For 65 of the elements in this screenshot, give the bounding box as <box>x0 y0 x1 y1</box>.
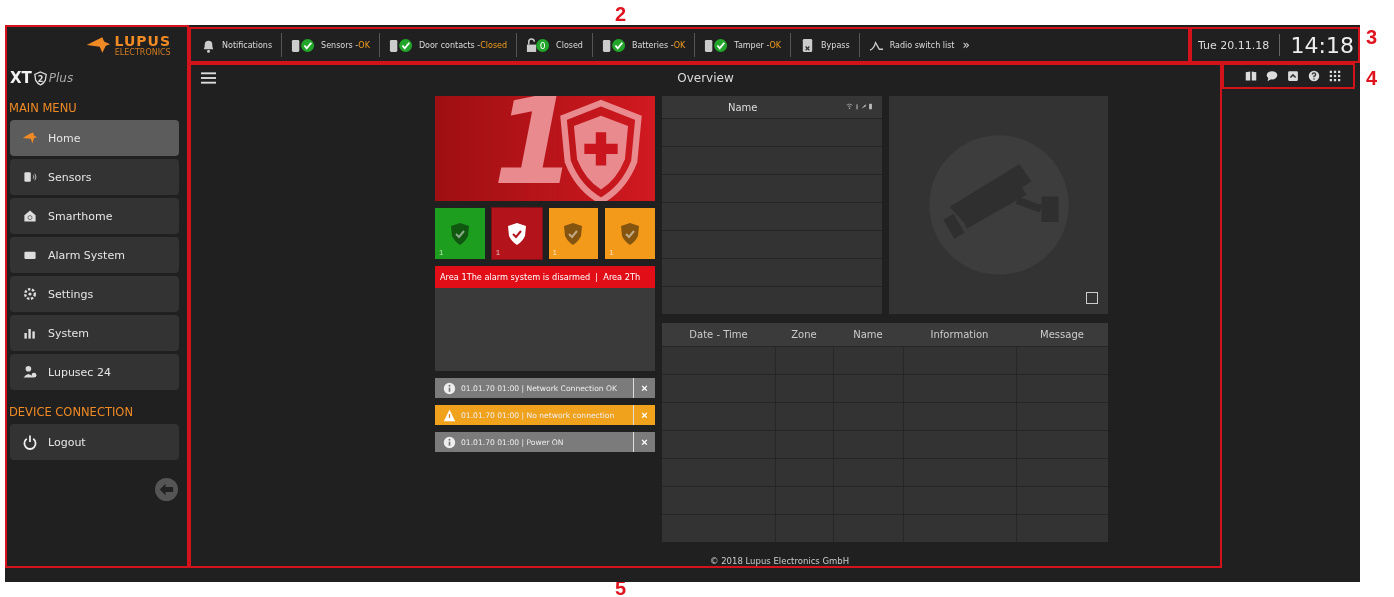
menu-section-title: DEVICE CONNECTION <box>9 405 134 419</box>
status-label[interactable]: Closed <box>556 40 583 50</box>
shield-icon <box>563 221 584 246</box>
user-icon <box>22 364 38 380</box>
callout-number: 3 <box>1366 27 1378 47</box>
status-label[interactable]: Door contacts -Closed <box>418 40 508 50</box>
time-text: 14:18 <box>1290 32 1354 58</box>
chat-icon[interactable] <box>1266 70 1278 82</box>
status-label[interactable]: Sensors -OK <box>321 40 370 50</box>
status-label[interactable]: Notifications <box>222 40 273 50</box>
info-icon <box>443 381 456 395</box>
column-header: Information <box>929 328 990 342</box>
page-title: Overview <box>676 71 735 85</box>
book-icon[interactable] <box>1245 70 1257 82</box>
collapse-icon[interactable] <box>1287 70 1299 82</box>
info-icon <box>443 435 456 449</box>
sensor-icon <box>22 169 38 185</box>
warning-icon <box>443 408 456 422</box>
gear-icon <box>22 286 38 302</box>
tile-number: 1 <box>495 248 501 257</box>
shield-icon <box>506 221 527 246</box>
shield-icon <box>620 221 641 246</box>
column-header: Message <box>1039 328 1085 342</box>
status-label[interactable]: Radio switch list <box>889 40 955 50</box>
status-label[interactable]: Batteries -OK <box>631 40 686 50</box>
menu-item[interactable]: Logout <box>10 424 179 460</box>
menu-item[interactable]: Sensors <box>10 159 179 195</box>
apps-grid-icon[interactable] <box>1329 70 1341 82</box>
product-name: XT <box>10 69 32 87</box>
tile-number: 1 <box>609 248 614 257</box>
callout-number: 2 <box>615 4 627 24</box>
brand-subtext: ELECTRONICS <box>114 47 171 57</box>
mode-tile[interactable]: 1 <box>491 208 542 259</box>
column-header: Name <box>852 328 884 342</box>
brand-name: LUPUS <box>114 33 171 48</box>
close-button[interactable]: × <box>633 432 655 452</box>
shield-badge-icon: 2 <box>33 70 47 86</box>
menu-icon[interactable] <box>201 72 216 84</box>
signal-tools-icon <box>846 102 874 111</box>
status-ticker: Area 1The alarm system is disarmed | Area 2Th <box>435 266 655 288</box>
menu-section-title: MAIN MENU <box>9 101 78 115</box>
callout-number: 4 <box>1366 68 1378 88</box>
product-suffix: Plus <box>48 71 74 85</box>
menu-item[interactable]: Home <box>10 120 179 156</box>
fullscreen-checkbox[interactable] <box>1086 292 1098 304</box>
shield-icon <box>449 221 470 246</box>
power-icon <box>22 434 38 450</box>
more-button[interactable]: » <box>954 38 970 52</box>
date-text: Tue 20.11.18 <box>1198 38 1270 52</box>
status-label[interactable]: Bypass <box>821 40 850 50</box>
close-button[interactable]: × <box>633 378 655 398</box>
menu-item[interactable]: Alarm System <box>10 237 179 273</box>
column-header: Date - Time <box>688 328 749 342</box>
house-icon <box>22 208 38 224</box>
column-header: Name <box>728 101 758 113</box>
menu-item[interactable]: Lupusec 24 <box>10 354 179 390</box>
copyright-text: © 2018 Lupus Electronics GmbH <box>710 556 851 566</box>
help-icon[interactable] <box>1308 70 1320 82</box>
menu-item[interactable]: System <box>10 315 179 351</box>
menu-item[interactable]: Smarthome <box>10 198 179 234</box>
tile-number: 1 <box>439 248 444 257</box>
tile-number: 1 <box>552 248 557 257</box>
column-header: Zone <box>790 328 818 342</box>
menu-item[interactable]: Settings <box>10 276 179 312</box>
status-label[interactable]: Tamper -OK <box>734 40 782 50</box>
